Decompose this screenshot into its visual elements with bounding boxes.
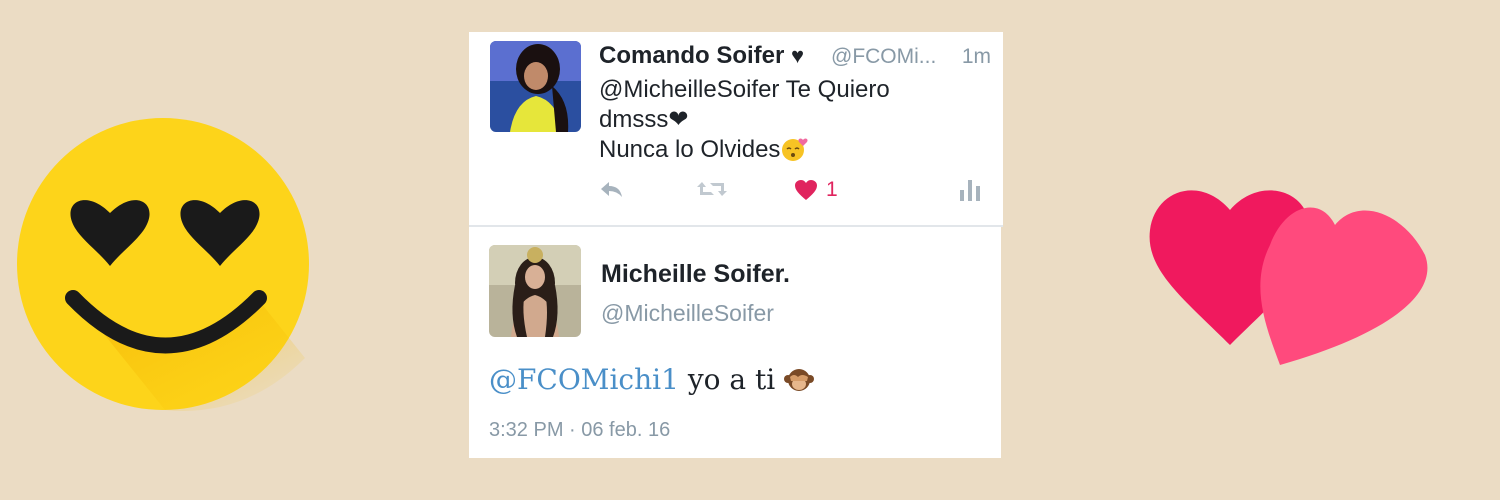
see-no-evil-monkey-emoji-icon xyxy=(784,369,815,391)
avatar[interactable] xyxy=(490,41,581,132)
tweet-author-handle[interactable]: @MicheilleSoifer xyxy=(601,300,774,327)
two-hearts-decoration xyxy=(1149,190,1428,365)
avatar[interactable] xyxy=(489,245,581,337)
tweet-card-micheille[interactable]: Micheille Soifer. @MicheilleSoifer @FCOM… xyxy=(469,227,1001,458)
reply-button[interactable] xyxy=(599,178,625,200)
tweet-timestamp[interactable]: 1m xyxy=(962,45,991,69)
tweet-text: @MicheilleSoifer Te Quiero dmsss❤ Nunca … xyxy=(599,75,989,165)
tweet-text-line: dmsss❤ xyxy=(599,106,689,133)
retweet-icon xyxy=(697,182,727,196)
reply-icon xyxy=(601,182,622,197)
heart-icon: ♥ xyxy=(791,43,805,68)
tweet-text: @FCOMichi1 yo a ti xyxy=(489,363,815,396)
tweet-actions: 1 xyxy=(599,178,984,208)
retweet-button[interactable] xyxy=(696,178,728,200)
like-icon xyxy=(795,180,817,200)
analytics-button[interactable] xyxy=(959,178,981,202)
like-count: 1 xyxy=(826,178,838,201)
analytics-icon xyxy=(960,180,980,201)
kissing-heart-emoji-icon xyxy=(782,138,808,161)
mention-link[interactable]: @FCOMichi1 xyxy=(489,363,679,396)
tweet-timestamp[interactable]: 3:32 PM · 06 feb. 16 xyxy=(489,419,670,442)
tweet-text-line: Nunca lo Olvides xyxy=(599,136,781,163)
tweet-author-handle[interactable]: @FCOMi... xyxy=(831,45,936,69)
like-button[interactable]: 1 xyxy=(794,178,838,202)
tweet-author-name[interactable]: Micheille Soifer. xyxy=(601,260,790,289)
tweet-text-body: yo a ti xyxy=(678,363,785,396)
tweet-text-line: @MicheilleSoifer Te Quiero xyxy=(599,76,890,103)
tweet-author-name[interactable]: Comando Soifer ♥ xyxy=(599,42,804,70)
heart-eyes-emoji xyxy=(17,118,309,411)
tweet-card-comando[interactable]: Comando Soifer ♥ @FCOMi... 1m @Micheille… xyxy=(469,32,1003,225)
